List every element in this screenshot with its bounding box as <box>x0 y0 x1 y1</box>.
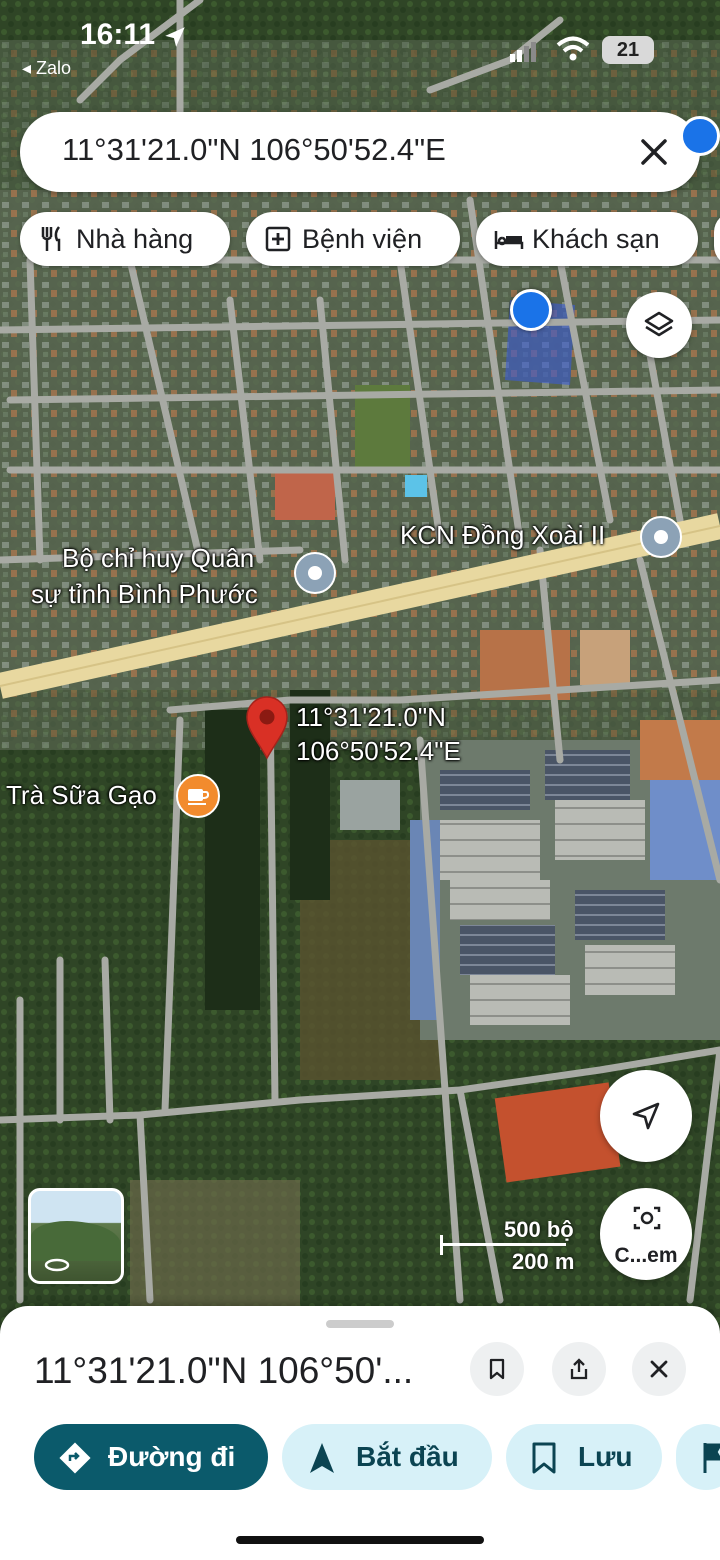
pin-longitude: 106°50'52.4"E <box>296 736 461 766</box>
place-title: 11°31'21.0"N 106°50'... <box>34 1350 414 1391</box>
coffee-cup-icon <box>188 789 210 805</box>
chip-label: Nhà hàng <box>76 224 194 254</box>
marker-dot-icon <box>654 530 668 544</box>
chip-restaurants[interactable]: Nhà hàng <box>20 212 230 266</box>
place-label-industrial-park[interactable]: KCN Đồng Xoài II <box>400 520 605 551</box>
my-location-button[interactable] <box>600 1070 692 1162</box>
bookmark-icon <box>489 1358 505 1380</box>
camera-lens-icon <box>633 1206 661 1230</box>
wifi-icon <box>556 36 590 61</box>
place-marker-industrial[interactable] <box>640 516 682 558</box>
layers-button[interactable] <box>626 292 692 358</box>
save-label: Lưu <box>578 1441 633 1472</box>
status-time: 16:11 <box>80 18 156 51</box>
share-button[interactable] <box>552 1342 606 1396</box>
current-location-dot <box>510 289 552 331</box>
chip-more[interactable] <box>714 212 720 266</box>
chip-label: Bệnh viện <box>302 224 423 254</box>
camera-label: C...em <box>614 1244 678 1267</box>
bed-icon <box>494 231 524 249</box>
navigation-arrow-icon <box>632 1102 660 1130</box>
start-navigation-button[interactable]: Bắt đầu <box>282 1424 492 1490</box>
chip-hospitals[interactable]: Bệnh viện <box>246 212 460 266</box>
battery-indicator: 21 <box>602 36 654 64</box>
place-marker-military[interactable] <box>294 552 336 594</box>
scale-bar <box>440 1243 566 1246</box>
search-query[interactable]: 11°31'21.0"N 106°50'52.4"E <box>62 132 446 168</box>
fork-knife-icon <box>41 226 61 251</box>
map-scale: 500 bộ 200 m <box>440 1215 610 1275</box>
chip-label: Khách sạn <box>532 224 660 254</box>
close-icon <box>650 1360 668 1378</box>
scale-metric: 200 m <box>512 1249 575 1274</box>
scale-imperial: 500 bộ <box>504 1217 574 1242</box>
directions-label: Đường đi <box>108 1441 236 1472</box>
layers-icon <box>644 311 674 337</box>
directions-icon <box>59 1442 91 1474</box>
account-avatar[interactable] <box>680 116 720 156</box>
hospital-plus-icon <box>265 226 291 252</box>
home-indicator <box>236 1536 484 1544</box>
signal-icon <box>510 42 536 62</box>
place-label-cafe[interactable]: Trà Sữa Gạo <box>6 780 157 811</box>
rotate-360-icon <box>44 1258 70 1272</box>
save-bookmark-button[interactable] <box>470 1342 524 1396</box>
more-actions-button[interactable] <box>676 1424 720 1490</box>
bookmark-icon <box>532 1442 556 1474</box>
pin-latitude: 11°31'21.0"N <box>296 702 446 732</box>
location-arrow-icon <box>165 27 185 47</box>
save-place-button[interactable]: Lưu <box>506 1424 662 1490</box>
place-label-military-command-line2[interactable]: sự tỉnh Bình Phước <box>31 576 258 612</box>
place-marker-cafe[interactable] <box>176 774 220 818</box>
flag-icon <box>703 1443 720 1473</box>
place-label-military-command[interactable]: Bộ chỉ huy Quân <box>62 540 254 576</box>
marker-dot-icon <box>308 566 322 580</box>
status-bar: 16:11 ◂ Zalo 21 <box>0 0 720 90</box>
scale-bar-tick <box>440 1235 443 1255</box>
navigation-start-icon <box>310 1443 334 1473</box>
share-icon <box>570 1358 588 1380</box>
category-chips: Nhà hàng Bệnh viện Khách sạn <box>20 212 720 268</box>
camera-search-button[interactable]: C...em <box>600 1188 692 1280</box>
chip-hotels[interactable]: Khách sạn <box>476 212 698 266</box>
dropped-pin-icon[interactable] <box>245 696 289 760</box>
clear-search-icon[interactable] <box>632 130 676 174</box>
search-bar[interactable]: 11°31'21.0"N 106°50'52.4"E <box>20 112 700 192</box>
directions-button[interactable]: Đường đi <box>34 1424 268 1490</box>
close-sheet-button[interactable] <box>632 1342 686 1396</box>
sheet-drag-handle[interactable] <box>326 1320 394 1328</box>
pin-coordinates-label[interactable]: 11°31'21.0"N 106°50'52.4"E <box>296 700 461 768</box>
place-bottom-sheet[interactable]: 11°31'21.0"N 106°50'... Đường đi Bắt đầu <box>0 1306 720 1560</box>
start-label: Bắt đầu <box>356 1441 459 1472</box>
street-view-thumbnail[interactable] <box>28 1188 124 1284</box>
back-to-app-link[interactable]: ◂ Zalo <box>22 58 71 79</box>
